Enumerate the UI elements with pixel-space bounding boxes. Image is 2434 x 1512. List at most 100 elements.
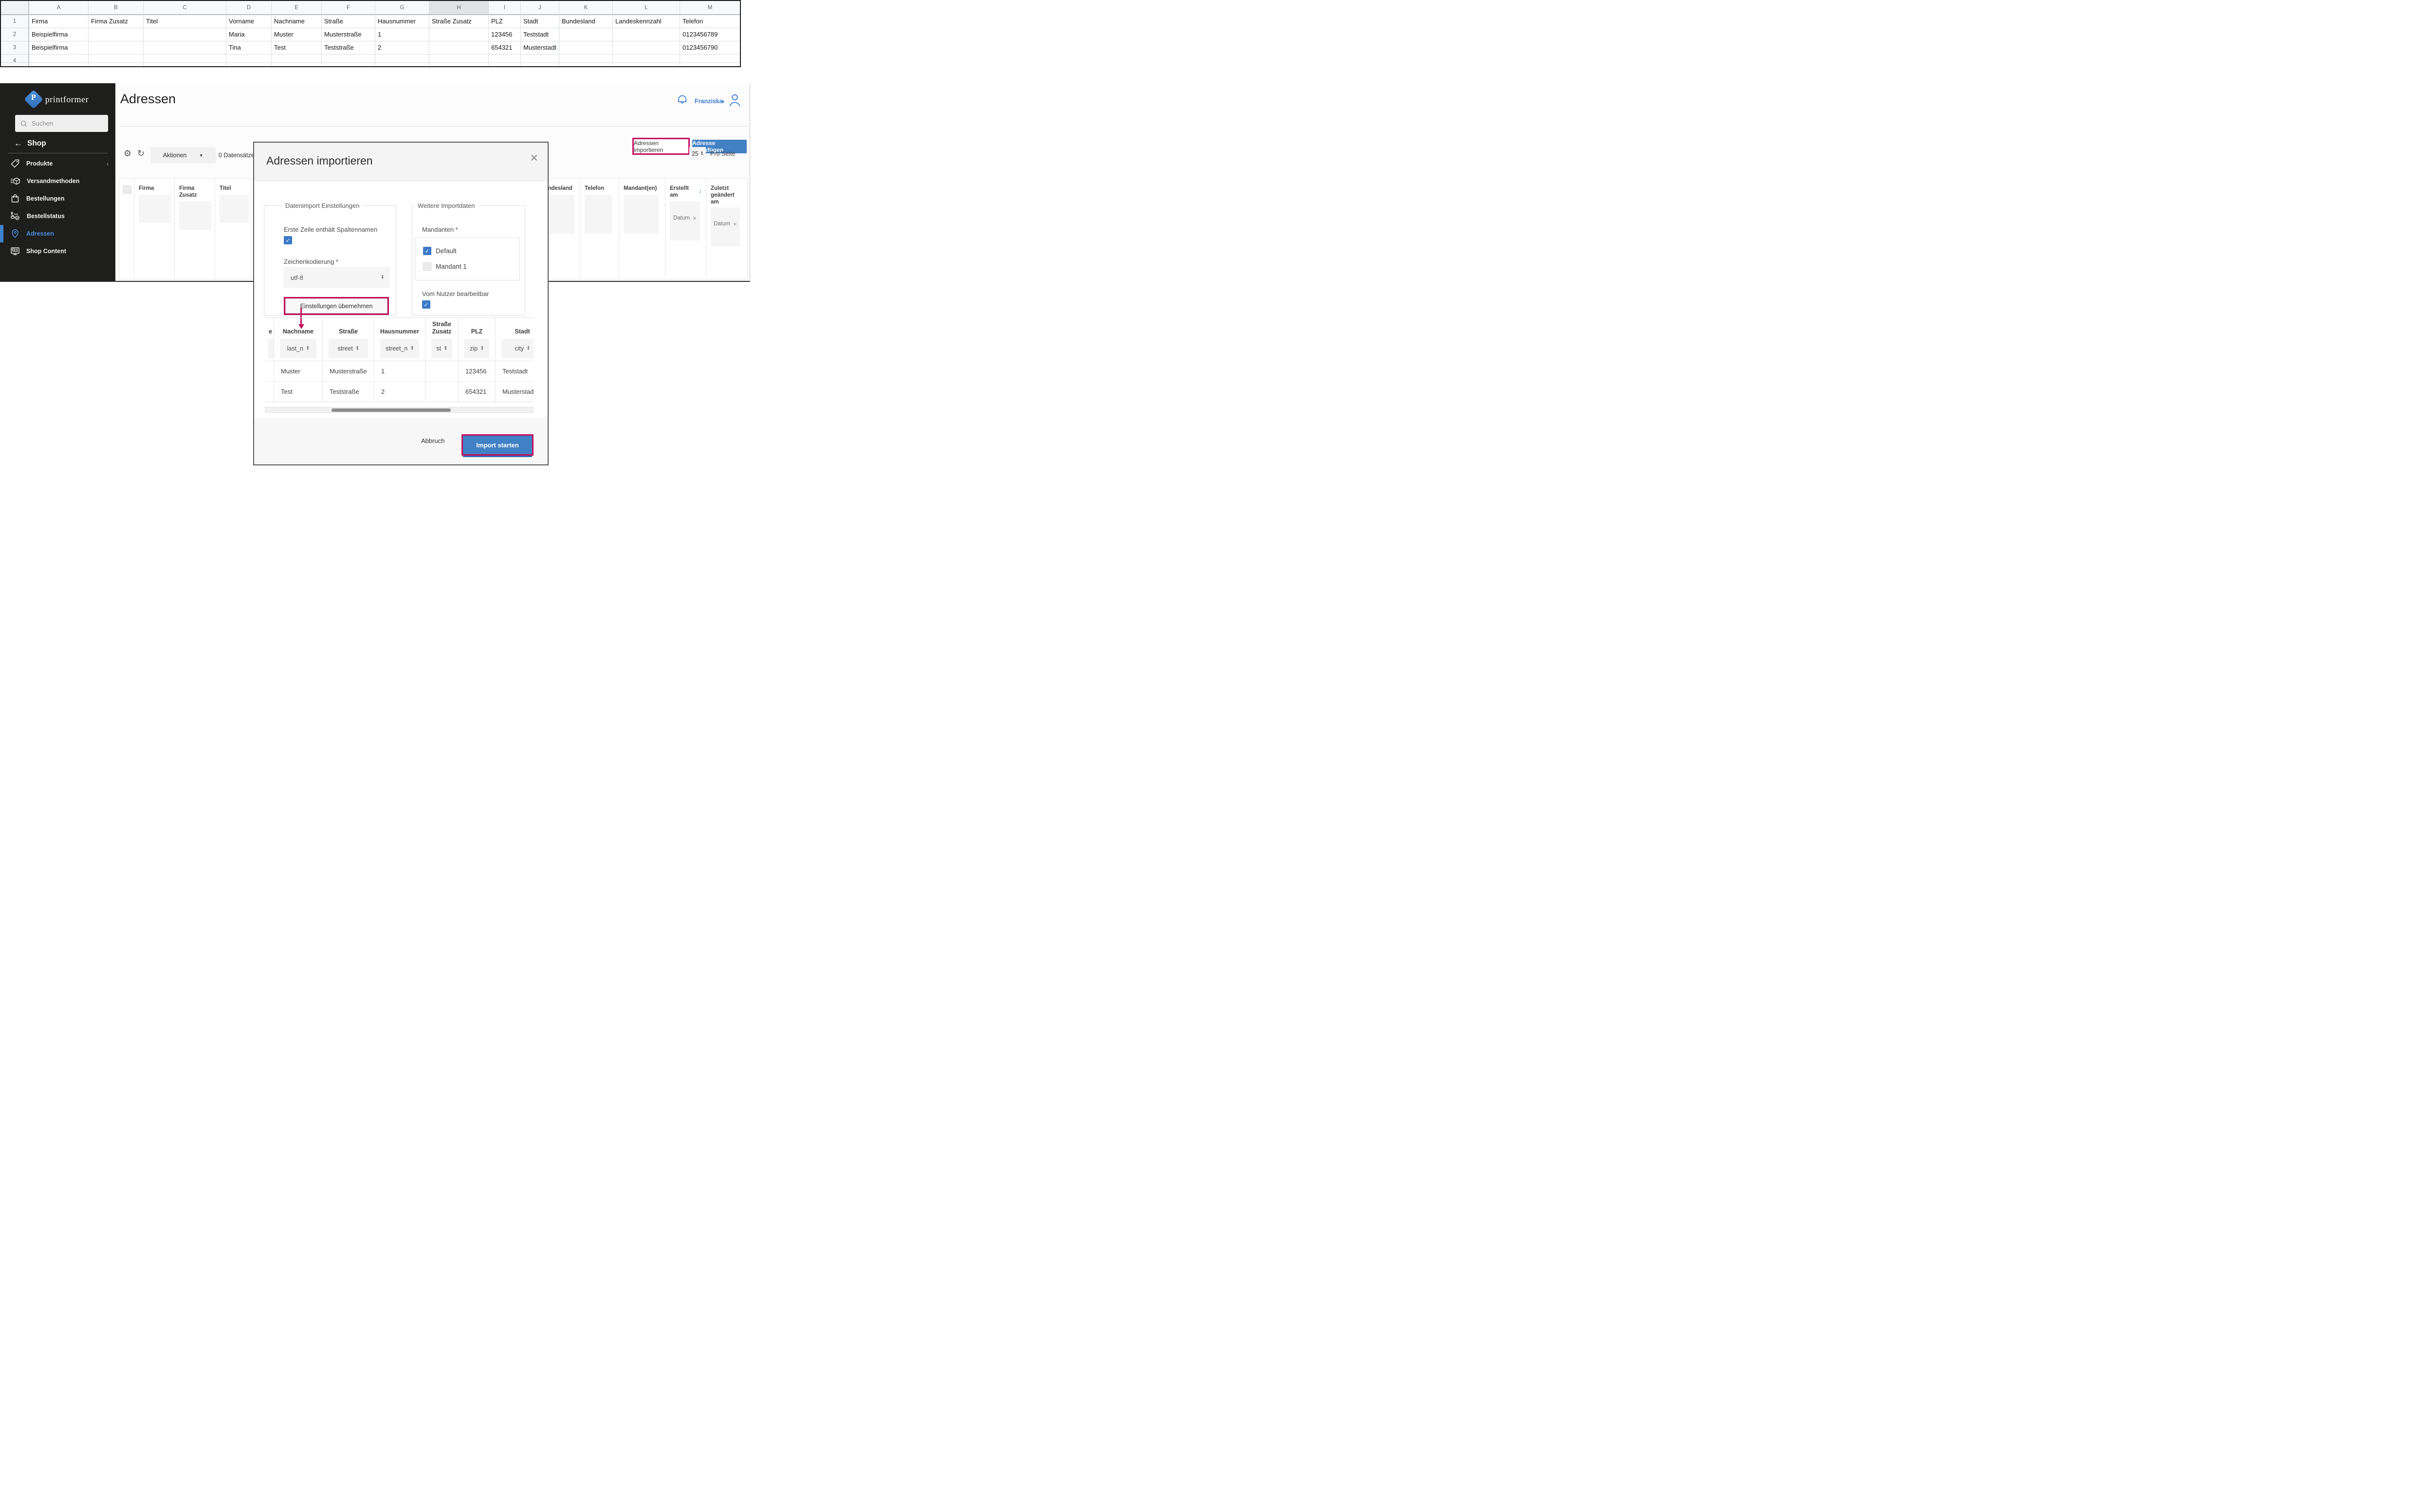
scrollbar-thumb[interactable]	[332, 408, 451, 412]
sheet-cell[interactable]: Tina	[226, 41, 272, 55]
mapping-select[interactable]	[268, 339, 274, 358]
sheet-col-header[interactable]: C	[144, 1, 226, 15]
sheet-cell[interactable]: Beispielfirma	[29, 41, 89, 55]
sheet-cell[interactable]	[489, 63, 521, 67]
mapping-select[interactable]: city▲▼	[501, 339, 534, 358]
sheet-cell[interactable]: Straße	[322, 15, 375, 28]
sheet-cell[interactable]	[559, 28, 613, 41]
actions-dropdown[interactable]: Aktionen ▼	[150, 147, 216, 164]
clear-filter-icon[interactable]: ×	[733, 220, 737, 228]
editable-checkbox[interactable]: ✓	[422, 300, 430, 309]
cancel-button[interactable]: Abbruch	[421, 437, 444, 444]
sheet-row-header[interactable]: 1	[1, 15, 29, 28]
sheet-col-header[interactable]: G	[375, 1, 429, 15]
filter-input[interactable]	[220, 195, 249, 223]
close-icon[interactable]: ×	[530, 151, 538, 165]
sheet-cell[interactable]	[559, 63, 613, 67]
refresh-icon[interactable]: ↻	[137, 148, 145, 159]
sheet-col-header[interactable]: E	[272, 1, 322, 15]
filter-input[interactable]	[624, 195, 659, 234]
sheet-cell[interactable]: Vorname	[226, 15, 272, 28]
sheet-cell[interactable]	[144, 41, 226, 55]
sheet-cell[interactable]	[375, 55, 429, 63]
user-avatar-icon[interactable]	[728, 93, 741, 107]
sheet-cell[interactable]: Straße Zusatz	[429, 15, 489, 28]
sheet-cell[interactable]: 0123456789	[680, 28, 740, 41]
sheet-cell[interactable]: Bundesland	[559, 15, 613, 28]
sheet-cell[interactable]	[144, 28, 226, 41]
clear-filter-icon[interactable]: ×	[693, 214, 697, 222]
sheet-cell[interactable]: Musterstadt	[521, 41, 559, 55]
sidebar-item-adressen[interactable]: Adressen	[0, 225, 115, 242]
date-filter-input[interactable]: Datum ×	[670, 202, 700, 240]
sheet-row-header[interactable]: 4	[1, 55, 29, 63]
sheet-col-header[interactable]: D	[226, 1, 272, 15]
sheet-cell[interactable]: Titel	[144, 15, 226, 28]
sheet-cell[interactable]	[613, 63, 680, 67]
sheet-cell[interactable]	[89, 63, 144, 67]
sheet-cell[interactable]: Teststraße	[322, 41, 375, 55]
sheet-cell[interactable]: Muster	[272, 28, 322, 41]
sheet-cell[interactable]	[613, 55, 680, 63]
gear-icon[interactable]: ⚙	[124, 148, 131, 159]
sheet-cell[interactable]: Beispielfirma	[29, 28, 89, 41]
mandant-default-checkbox[interactable]: ✓	[423, 247, 431, 255]
sheet-row-header[interactable]: 5	[1, 63, 29, 67]
bell-icon[interactable]	[677, 94, 688, 106]
sheet-cell[interactable]: 1	[375, 28, 429, 41]
filter-input[interactable]	[179, 202, 211, 230]
sheet-col-header[interactable]: I	[489, 1, 521, 15]
sidebar-search-input[interactable]: Suchen	[15, 115, 108, 132]
sheet-col-header[interactable]: L	[613, 1, 680, 15]
sheet-cell[interactable]	[144, 55, 226, 63]
first-row-checkbox[interactable]: ✓	[284, 236, 292, 244]
sidebar-item-versandmethoden[interactable]: Versandmethoden	[0, 172, 115, 190]
user-name[interactable]: Franziska	[695, 98, 723, 105]
sheet-col-header-selected[interactable]: H	[429, 1, 489, 15]
sheet-cell[interactable]	[429, 41, 489, 55]
printformer-logo[interactable]: P printformer	[0, 90, 115, 109]
filter-input[interactable]	[139, 195, 171, 223]
sheet-cell[interactable]	[521, 63, 559, 67]
sheet-col-header[interactable]: M	[680, 1, 740, 15]
sheet-cell[interactable]	[429, 28, 489, 41]
sheet-cell[interactable]	[29, 63, 89, 67]
sheet-cell[interactable]	[429, 63, 489, 67]
sheet-col-header[interactable]: K	[559, 1, 613, 15]
sheet-cell[interactable]	[613, 41, 680, 55]
sidebar-back-shop[interactable]: ← Shop	[14, 139, 46, 148]
sheet-cell[interactable]: Firma Zusatz	[89, 15, 144, 28]
sheet-cell[interactable]	[613, 28, 680, 41]
sheet-cell[interactable]: Landeskennzahl	[613, 15, 680, 28]
sheet-cell[interactable]	[429, 55, 489, 63]
sheet-cell[interactable]	[322, 55, 375, 63]
filter-input[interactable]	[585, 195, 612, 234]
sheet-cell[interactable]: 0123456790	[680, 41, 740, 55]
start-import-button[interactable]: Import starten	[463, 436, 532, 454]
sheet-cell[interactable]	[375, 63, 429, 67]
import-addresses-button[interactable]: Adressen importieren	[632, 138, 690, 155]
sheet-cell[interactable]	[322, 63, 375, 67]
sheet-cell[interactable]: Maria	[226, 28, 272, 41]
sheet-cell[interactable]: 2	[375, 41, 429, 55]
sheet-cell[interactable]	[89, 55, 144, 63]
mapping-select[interactable]: street_n▲▼	[380, 339, 419, 358]
chevron-down-icon[interactable]: ▼	[721, 99, 725, 104]
sheet-cell[interactable]	[89, 41, 144, 55]
sheet-cell[interactable]: 654321	[489, 41, 521, 55]
encoding-select[interactable]: utf-8 ▲▼	[284, 267, 390, 288]
sheet-cell[interactable]: Telefon	[680, 15, 740, 28]
sheet-cell[interactable]: Musterstraße	[322, 28, 375, 41]
sheet-cell[interactable]: 123456	[489, 28, 521, 41]
sheet-corner-cell[interactable]	[1, 1, 29, 15]
mandant-1-checkbox[interactable]	[423, 262, 431, 271]
sheet-cell[interactable]	[272, 63, 322, 67]
sidebar-item-bestellstatus[interactable]: Bestellstatus	[0, 207, 115, 225]
select-all-checkbox[interactable]	[123, 185, 131, 194]
sheet-cell[interactable]	[226, 63, 272, 67]
sheet-cell[interactable]	[559, 41, 613, 55]
sheet-row-header[interactable]: 3	[1, 41, 29, 55]
sheet-cell[interactable]	[559, 55, 613, 63]
sheet-cell[interactable]: PLZ	[489, 15, 521, 28]
sheet-cell[interactable]	[144, 63, 226, 67]
